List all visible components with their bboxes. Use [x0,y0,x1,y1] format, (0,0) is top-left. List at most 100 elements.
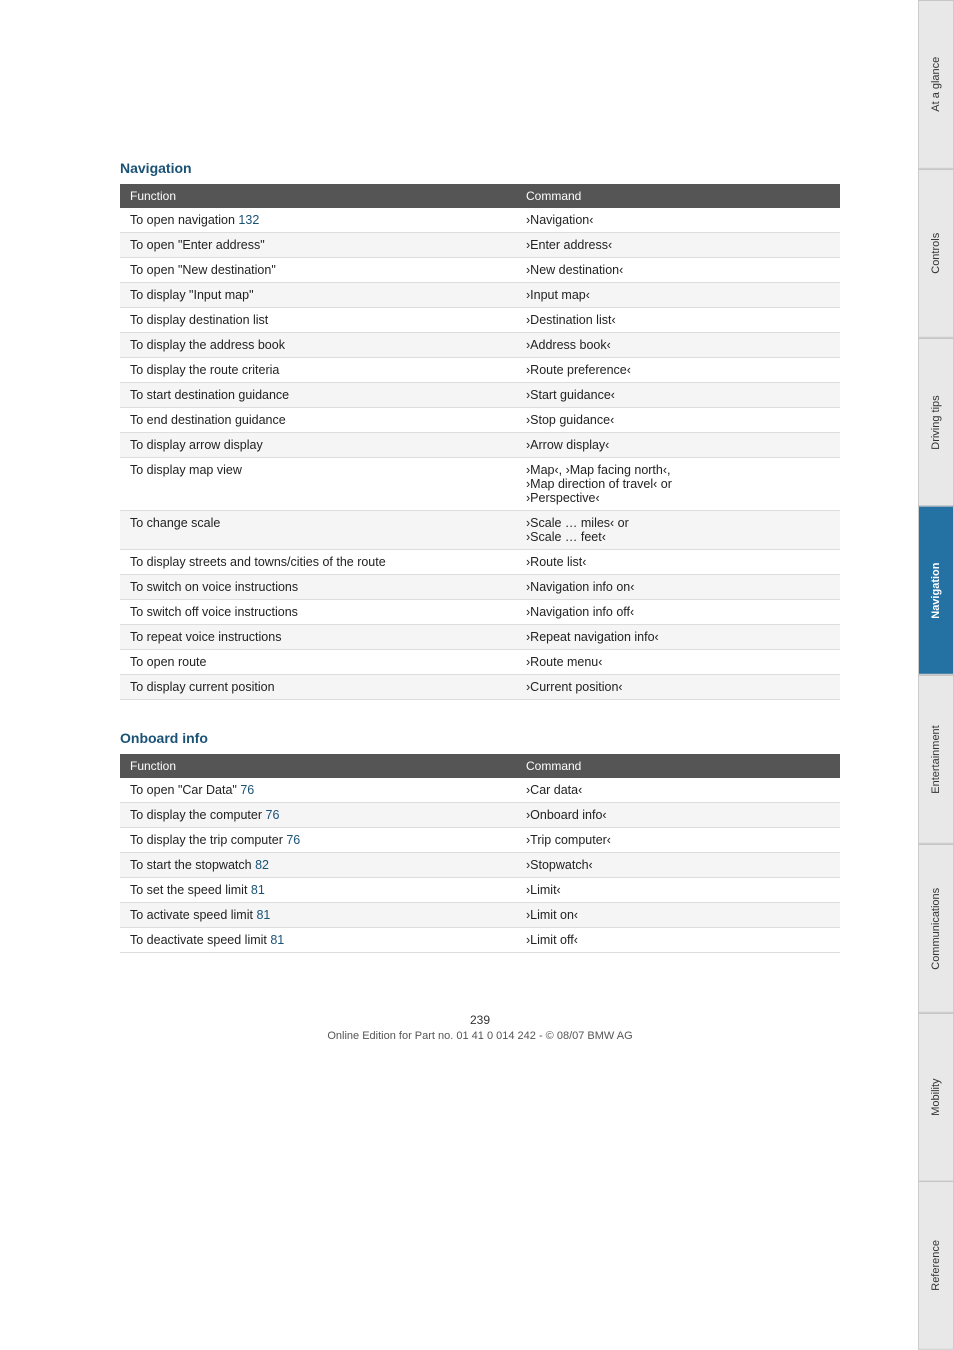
function-cell: To display the route criteria [120,358,516,383]
onboard-col-command: Command [516,754,840,778]
table-row: To start destination guidance›Start guid… [120,383,840,408]
function-cell: To display streets and towns/cities of t… [120,550,516,575]
function-cell: To display the computer 76 [120,803,516,828]
table-row: To open "New destination"›New destinatio… [120,258,840,283]
page-link[interactable]: 81 [256,908,270,922]
function-cell: To change scale [120,511,516,550]
function-cell: To display destination list [120,308,516,333]
onboard-heading: Onboard info [120,730,840,746]
table-row: To switch on voice instructions›Navigati… [120,575,840,600]
function-cell: To switch off voice instructions [120,600,516,625]
sidebar-tabs: At a glanceControlsDriving tipsNavigatio… [918,0,954,1350]
footer: 239 Online Edition for Part no. 01 41 0 … [120,1013,840,1072]
nav-col-function: Function [120,184,516,208]
function-cell: To display current position [120,675,516,700]
page-link[interactable]: 132 [238,213,259,227]
table-row: To end destination guidance›Stop guidanc… [120,408,840,433]
nav-table-header-row: Function Command [120,184,840,208]
command-cell: ›Destination list‹ [516,308,840,333]
command-cell: ›Car data‹ [516,778,840,803]
page-link[interactable]: 82 [255,858,269,872]
command-cell: ›Navigation info on‹ [516,575,840,600]
function-cell: To repeat voice instructions [120,625,516,650]
command-cell: ›Map‹, ›Map facing north‹, ›Map directio… [516,458,840,511]
page-link[interactable]: 76 [286,833,300,847]
table-row: To display destination list›Destination … [120,308,840,333]
page-link[interactable]: 76 [240,783,254,797]
command-cell: ›Limit off‹ [516,928,840,953]
function-cell: To open "Car Data" 76 [120,778,516,803]
command-cell: ›Repeat navigation info‹ [516,625,840,650]
function-cell: To activate speed limit 81 [120,903,516,928]
function-cell: To display the trip computer 76 [120,828,516,853]
navigation-table: Function Command To open navigation 132›… [120,184,840,700]
table-row: To set the speed limit 81›Limit‹ [120,878,840,903]
table-row: To display the trip computer 76›Trip com… [120,828,840,853]
footer-text: Online Edition for Part no. 01 41 0 014 … [327,1030,632,1042]
navigation-heading: Navigation [120,160,840,176]
page-link[interactable]: 76 [266,808,280,822]
table-row: To display streets and towns/cities of t… [120,550,840,575]
command-cell: ›Scale … miles‹ or ›Scale … feet‹ [516,511,840,550]
command-cell: ›Limit‹ [516,878,840,903]
table-row: To switch off voice instructions›Navigat… [120,600,840,625]
command-cell: ›Navigation info off‹ [516,600,840,625]
command-cell: ›Trip computer‹ [516,828,840,853]
command-cell: ›New destination‹ [516,258,840,283]
command-cell: ›Enter address‹ [516,233,840,258]
function-cell: To open "New destination" [120,258,516,283]
sidebar-tab-communications[interactable]: Communications [918,844,954,1013]
main-content: Navigation Function Command To open navi… [0,0,880,1350]
function-cell: To open navigation 132 [120,208,516,233]
command-cell: ›Arrow display‹ [516,433,840,458]
page-link[interactable]: 81 [251,883,265,897]
command-cell: ›Stop guidance‹ [516,408,840,433]
function-cell: To display the address book [120,333,516,358]
command-cell: ›Address book‹ [516,333,840,358]
table-row: To open "Enter address"›Enter address‹ [120,233,840,258]
navigation-section: Navigation Function Command To open navi… [120,160,840,700]
function-cell: To open "Enter address" [120,233,516,258]
sidebar-tab-reference[interactable]: Reference [918,1181,954,1350]
onboard-col-function: Function [120,754,516,778]
sidebar-tab-mobility[interactable]: Mobility [918,1013,954,1182]
function-cell: To open route [120,650,516,675]
nav-col-command: Command [516,184,840,208]
table-row: To open route›Route menu‹ [120,650,840,675]
function-cell: To start the stopwatch 82 [120,853,516,878]
table-row: To display map view›Map‹, ›Map facing no… [120,458,840,511]
command-cell: ›Limit on‹ [516,903,840,928]
table-row: To display the computer 76›Onboard info‹ [120,803,840,828]
page-number: 239 [120,1013,840,1027]
table-row: To display the address book›Address book… [120,333,840,358]
command-cell: ›Route preference‹ [516,358,840,383]
sidebar-tab-entertainment[interactable]: Entertainment [918,675,954,844]
function-cell: To display arrow display [120,433,516,458]
table-row: To open "Car Data" 76›Car data‹ [120,778,840,803]
table-row: To display the route criteria›Route pref… [120,358,840,383]
page-link[interactable]: 81 [270,933,284,947]
command-cell: ›Stopwatch‹ [516,853,840,878]
command-cell: ›Route list‹ [516,550,840,575]
sidebar-tab-driving-tips[interactable]: Driving tips [918,338,954,507]
table-row: To change scale›Scale … miles‹ or ›Scale… [120,511,840,550]
sidebar-tab-controls[interactable]: Controls [918,169,954,338]
function-cell: To end destination guidance [120,408,516,433]
table-row: To start the stopwatch 82›Stopwatch‹ [120,853,840,878]
function-cell: To switch on voice instructions [120,575,516,600]
table-row: To open navigation 132›Navigation‹ [120,208,840,233]
table-row: To display arrow display›Arrow display‹ [120,433,840,458]
command-cell: ›Onboard info‹ [516,803,840,828]
function-cell: To start destination guidance [120,383,516,408]
function-cell: To display "Input map" [120,283,516,308]
table-row: To display current position›Current posi… [120,675,840,700]
command-cell: ›Start guidance‹ [516,383,840,408]
function-cell: To display map view [120,458,516,511]
sidebar-tab-navigation[interactable]: Navigation [918,506,954,675]
table-row: To deactivate speed limit 81›Limit off‹ [120,928,840,953]
table-row: To activate speed limit 81›Limit on‹ [120,903,840,928]
onboard-table: Function Command To open "Car Data" 76›C… [120,754,840,953]
onboard-section: Onboard info Function Command To open "C… [120,730,840,953]
command-cell: ›Current position‹ [516,675,840,700]
sidebar-tab-at-a-glance[interactable]: At a glance [918,0,954,169]
